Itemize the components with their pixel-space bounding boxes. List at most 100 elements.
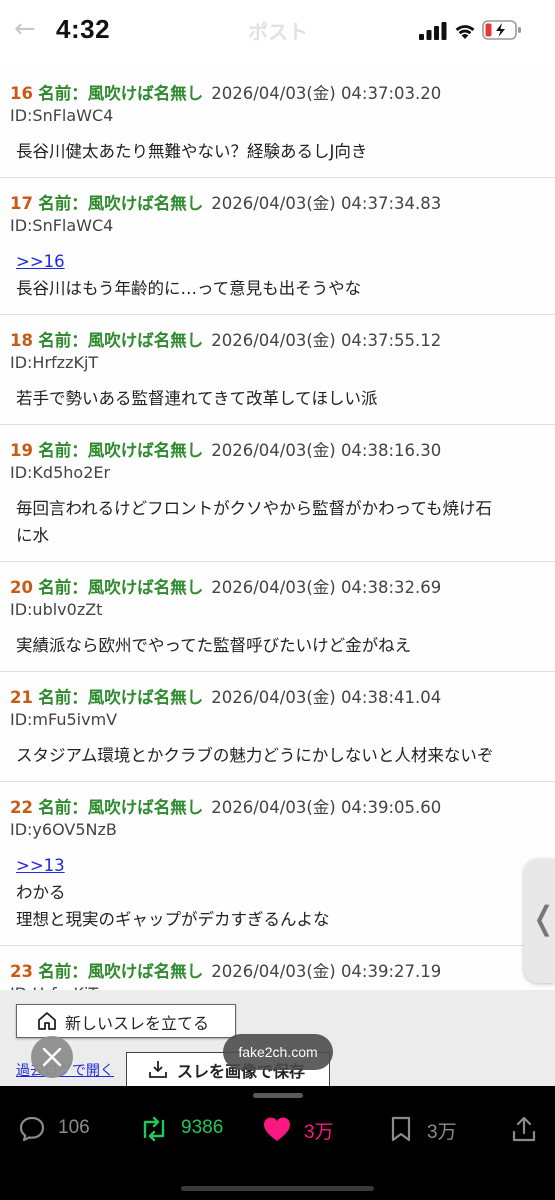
bookmark-count: 3万	[427, 1122, 457, 1143]
back-arrow-icon[interactable]: ←	[14, 14, 36, 44]
thread-post: 16 名前：風吹けば名無し 2026/04/03(金) 04:37:03.20 ID…	[0, 68, 555, 178]
heart-icon	[264, 1117, 290, 1141]
reply-count: 106	[58, 1117, 90, 1138]
thread-post: 18 名前：風吹けば名無し 2026/04/03(金) 04:37:55.12 ID…	[0, 315, 555, 425]
post-body: 若手で勢いある監督連れてきて改革してほしい派	[10, 373, 545, 412]
post-text-line: スタジアム環境とかクラブの魅力どうにかしないと人材来ないぞ	[16, 746, 494, 765]
post-body: 長谷川健太あたり無難やない？経験あるしJ向き	[10, 126, 545, 165]
post-number: 17	[10, 194, 33, 213]
post-number: 18	[10, 331, 33, 350]
post-number: 20	[10, 578, 33, 597]
bookmark-action[interactable]: 3万	[389, 1115, 469, 1143]
post-author-name: 名前：風吹けば名無し	[38, 962, 204, 981]
header-title: ポスト	[248, 20, 308, 44]
post-header: 21 名前：風吹けば名無し 2026/04/03(金) 04:38:41.04	[10, 687, 545, 709]
chevron-left-icon: ❬	[530, 899, 555, 937]
reply-anchor-link[interactable]: >>16	[16, 252, 65, 271]
post-user-id: ID:HrfzzKjT	[10, 983, 545, 990]
post-user-id: ID:HrfzzKjT	[10, 353, 99, 372]
post-timestamp: 2026/04/03(金) 04:39:05.60	[211, 798, 442, 817]
post-author-name: 名前：風吹けば名無し	[38, 441, 204, 460]
thread-post-list: 16 名前：風吹けば名無し 2026/04/03(金) 04:37:03.20 ID…	[0, 68, 555, 990]
post-text-line: 長谷川健太あたり無難やない？経験あるしJ向き	[16, 142, 368, 161]
reply-anchor-link[interactable]: >>13	[16, 856, 65, 875]
reply-bubble-icon	[19, 1116, 45, 1142]
thread-post: 17 名前：風吹けば名無し 2026/04/03(金) 04:37:34.83 ID…	[0, 178, 555, 315]
post-header: 17 名前：風吹けば名無し 2026/04/03(金) 04:37:34.83	[10, 193, 545, 215]
side-panel-handle[interactable]: ❬	[524, 859, 555, 983]
like-action[interactable]: 3万	[262, 1115, 342, 1143]
post-header: 19 名前：風吹けば名無し 2026/04/03(金) 04:38:16.30	[10, 440, 545, 462]
new-thread-label: 新しいスレを立てる	[65, 1014, 210, 1033]
post-user-id: ID:ublv0zZt	[10, 600, 103, 619]
post-user-id: ID:Kd5ho2Er	[10, 463, 111, 482]
post-text-line: 若手で勢いある監督連れてきて改革してほしい派	[16, 389, 378, 408]
share-icon	[512, 1116, 536, 1142]
post-user-id: ID:SnFlaWC4	[10, 106, 114, 125]
post-body: >>13 わかる理想と現実のギャップがデカすぎるんよな	[10, 840, 545, 933]
post-header: 20 名前：風吹けば名無し 2026/04/03(金) 04:38:32.69	[10, 577, 545, 599]
repost-icon	[143, 1116, 165, 1142]
post-timestamp: 2026/04/03(金) 04:39:27.19	[211, 962, 442, 981]
post-author-name: 名前：風吹けば名無し	[38, 688, 204, 707]
bookmark-icon	[391, 1116, 411, 1142]
post-user-id: ID:mFu5ivmV	[10, 710, 118, 729]
cellular-signal-icon	[419, 22, 447, 40]
post-number: 23	[10, 962, 33, 981]
share-action[interactable]	[510, 1115, 538, 1143]
close-button[interactable]	[31, 1036, 73, 1078]
like-count: 3万	[304, 1122, 334, 1143]
thread-post: 21 名前：風吹けば名無し 2026/04/03(金) 04:38:41.04 ID…	[0, 672, 555, 782]
wifi-icon	[455, 25, 475, 39]
post-number: 21	[10, 688, 33, 707]
post-header: 18 名前：風吹けば名無し 2026/04/03(金) 04:37:55.12	[10, 330, 545, 352]
post-text-line: 理想と現実のギャップがデカすぎるんよな	[16, 910, 330, 929]
post-text-line: 長谷川はもう年齢的に…って意見も出そうやな	[16, 279, 362, 298]
post-author-name: 名前：風吹けば名無し	[38, 194, 204, 213]
post-number: 16	[10, 84, 33, 103]
sheet-handle[interactable]	[253, 1093, 303, 1098]
thread-post: 22 名前：風吹けば名無し 2026/04/03(金) 04:39:05.60 ID…	[0, 782, 555, 946]
post-header: 22 名前：風吹けば名無し 2026/04/03(金) 04:39:05.60	[10, 797, 545, 819]
post-header: 16 名前：風吹けば名無し 2026/04/03(金) 04:37:03.20	[10, 83, 545, 105]
thread-post: 19 名前：風吹けば名無し 2026/04/03(金) 04:38:16.30 ID…	[0, 425, 555, 562]
post-timestamp: 2026/04/03(金) 04:38:32.69	[211, 578, 442, 597]
post-body: >>16 長谷川はもう年齢的に…って意見も出そうやな	[10, 236, 545, 302]
post-text-line: わかる	[16, 883, 66, 902]
post-timestamp: 2026/04/03(金) 04:37:55.12	[211, 331, 442, 350]
post-user-id: ID:SnFlaWC4	[10, 216, 114, 235]
post-timestamp: 2026/04/03(金) 04:37:03.20	[211, 84, 442, 103]
post-number: 19	[10, 441, 33, 460]
post-header: 23 名前：風吹けば名無し 2026/04/03(金) 04:39:27.19	[10, 961, 545, 983]
repost-action[interactable]: 9386	[139, 1115, 239, 1143]
home-icon	[38, 1012, 56, 1030]
post-author-name: 名前：風吹けば名無し	[38, 578, 204, 597]
site-domain-chip[interactable]: fake2ch.com	[223, 1034, 333, 1070]
post-body: 毎回言われるけどフロントがクソやから監督がかわっても焼け石 に水	[10, 483, 545, 549]
thread-post: 23 名前：風吹けば名無し 2026/04/03(金) 04:39:27.19 ID…	[0, 946, 555, 990]
post-body: 実績派なら欧州でやってた監督呼びたいけど金がねえ	[10, 620, 545, 659]
post-timestamp: 2026/04/03(金) 04:38:16.30	[211, 441, 442, 460]
reply-action[interactable]: 106	[18, 1115, 98, 1143]
post-author-name: 名前：風吹けば名無し	[38, 331, 204, 350]
post-text-line: 毎回言われるけどフロントがクソやから監督がかわっても焼け石	[16, 499, 493, 518]
thread-post: 20 名前：風吹けば名無し 2026/04/03(金) 04:38:32.69 ID…	[0, 562, 555, 672]
post-timestamp: 2026/04/03(金) 04:38:41.04	[211, 688, 442, 707]
post-author-name: 名前：風吹けば名無し	[38, 798, 204, 817]
close-icon	[42, 1047, 62, 1067]
post-timestamp: 2026/04/03(金) 04:37:34.83	[211, 194, 442, 213]
post-number: 22	[10, 798, 33, 817]
new-thread-button[interactable]: 新しいスレを立てる	[16, 1004, 236, 1038]
post-body: スタジアム環境とかクラブの魅力どうにかしないと人材来ないぞ	[10, 730, 545, 769]
repost-count: 9386	[181, 1117, 224, 1138]
post-author-name: 名前：風吹けば名無し	[38, 84, 204, 103]
post-action-bar: 106 9386 3万 3万	[0, 1086, 555, 1200]
status-bar: ← 4:32 ポスト	[0, 0, 555, 68]
battery-icon	[482, 20, 521, 40]
post-text-line: に水	[16, 526, 49, 545]
post-text-line: 実績派なら欧州でやってた監督呼びたいけど金がねえ	[16, 636, 412, 655]
post-user-id: ID:y6OV5NzB	[10, 820, 117, 839]
home-indicator[interactable]	[181, 1186, 374, 1191]
clock-time: 4:32	[56, 14, 111, 44]
download-icon	[149, 1061, 167, 1078]
